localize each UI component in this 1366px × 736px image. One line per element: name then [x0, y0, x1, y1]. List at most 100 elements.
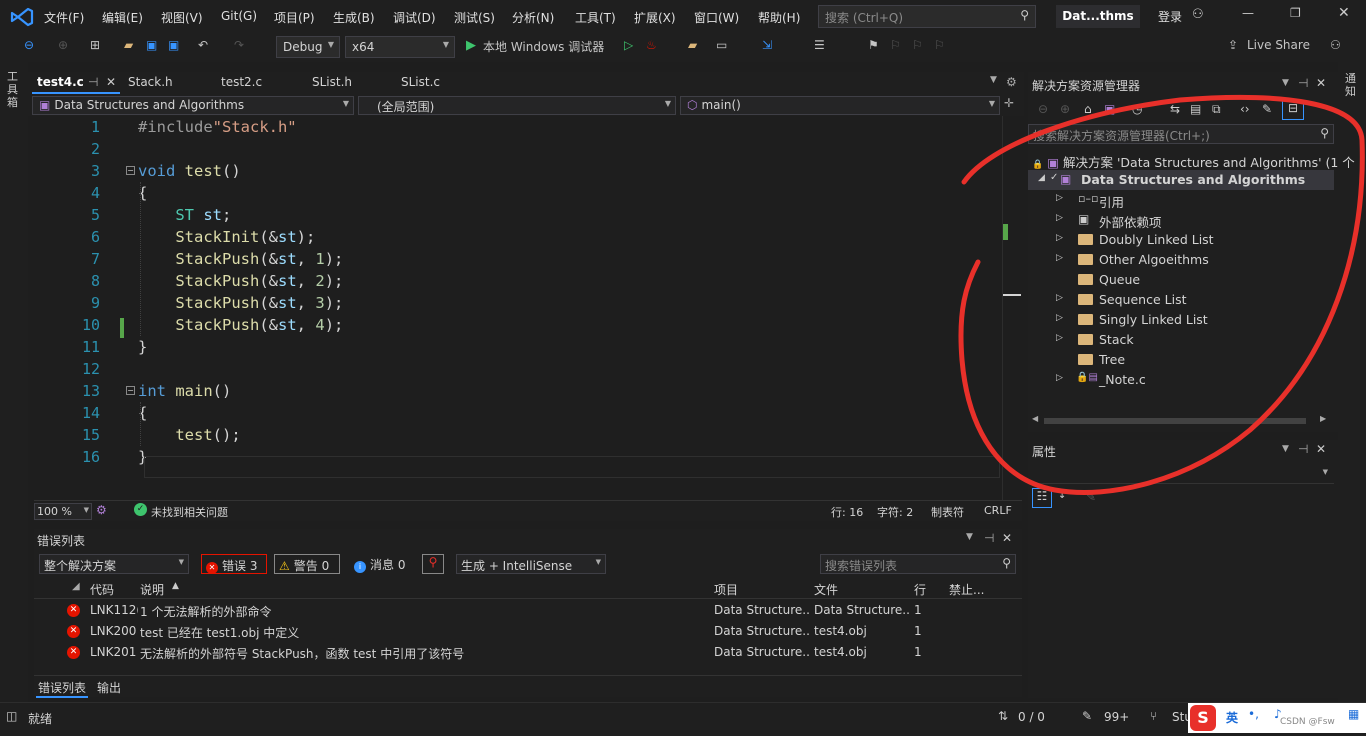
- panel-menu-icon[interactable]: ▼: [1282, 78, 1289, 88]
- view-code-icon[interactable]: ‹›: [1240, 102, 1250, 116]
- menu-extensions[interactable]: 扩展(X): [634, 9, 676, 26]
- properties-object-select[interactable]: ▼: [1028, 464, 1334, 484]
- folder-icon[interactable]: ▰: [688, 38, 697, 52]
- messages-filter-button[interactable]: i 消息 0: [350, 554, 412, 574]
- step-icon[interactable]: ⇲: [762, 38, 772, 52]
- user-feedback-icon[interactable]: ⚇: [1192, 7, 1204, 22]
- start-without-debug-icon[interactable]: ▷: [624, 38, 633, 52]
- redo-icon[interactable]: ↷: [234, 38, 244, 52]
- source-filter-select[interactable]: 生成 + IntelliSense ▼: [456, 554, 606, 574]
- chevron-right-icon[interactable]: ▷: [1056, 193, 1063, 203]
- code-line[interactable]: 8 StackPush(&st, 2);: [34, 270, 1000, 292]
- tab-output[interactable]: 输出: [97, 679, 121, 696]
- scroll-left-icon[interactable]: ◀: [1032, 414, 1038, 423]
- solution-name-badge[interactable]: Dat...thms: [1056, 5, 1140, 28]
- search-input[interactable]: 搜索 (Ctrl+Q) ⚲: [818, 5, 1036, 28]
- alphabetical-icon[interactable]: ↕: [1058, 490, 1066, 501]
- header-suppress[interactable]: 禁止...: [949, 581, 984, 598]
- feedback-icon[interactable]: ⚇: [1330, 38, 1341, 52]
- vs-logo-icon[interactable]: [10, 7, 34, 27]
- pin-icon[interactable]: ⊣: [1298, 76, 1308, 90]
- config-select[interactable]: Debug ▼: [276, 36, 340, 58]
- close-icon[interactable]: ✕: [1316, 76, 1326, 90]
- menu-file[interactable]: 文件(F): [44, 9, 84, 26]
- close-icon[interactable]: ✕: [1316, 442, 1326, 456]
- code-line[interactable]: 3 void test() −: [34, 160, 1000, 182]
- home-icon[interactable]: ⌂: [1084, 102, 1092, 116]
- tab-slist-c[interactable]: SList.c: [401, 75, 440, 89]
- tab-overflow-icon[interactable]: ▼: [990, 75, 997, 85]
- fold-toggle-icon[interactable]: −: [126, 166, 135, 175]
- toolbox-label[interactable]: 工具箱: [7, 70, 21, 109]
- eol-indicator[interactable]: CRLF: [984, 504, 1012, 517]
- menu-debug[interactable]: 调试(D): [393, 9, 436, 26]
- pencil-icon[interactable]: ✎: [1082, 709, 1092, 723]
- menu-edit[interactable]: 编辑(E): [102, 9, 143, 26]
- project-node[interactable]: ◢ ✓ ▣ Data Structures and Algorithms: [1028, 170, 1334, 190]
- menu-window[interactable]: 窗口(W): [694, 9, 739, 26]
- code-line[interactable]: 10 StackPush(&st, 4);: [34, 314, 1000, 336]
- properties-wrench-icon[interactable]: ✎: [1262, 102, 1272, 116]
- error-row[interactable]: ✕ LNK201! 无法解析的外部符号 StackPush，函数 test 中引用了…: [34, 642, 1022, 663]
- ime-language[interactable]: 英: [1226, 709, 1238, 726]
- comment-icon[interactable]: ☰: [814, 38, 825, 52]
- show-all-files-icon[interactable]: ⧉: [1212, 102, 1221, 117]
- close-icon[interactable]: ✕: [106, 75, 116, 89]
- categorized-icon[interactable]: ☷: [1032, 488, 1052, 508]
- menu-git[interactable]: Git(G): [221, 9, 257, 23]
- forward-icon[interactable]: ⊕: [58, 38, 68, 52]
- chevron-right-icon[interactable]: ▷: [1056, 213, 1063, 223]
- scroll-thumb[interactable]: [1044, 418, 1306, 424]
- project-select[interactable]: ▣ Data Structures and Algorithms ▼: [32, 96, 354, 115]
- error-search-input[interactable]: 搜索错误列表 ⚲: [820, 554, 1016, 574]
- intellicode-icon[interactable]: ⚙: [96, 503, 107, 517]
- chevron-right-icon[interactable]: ▷: [1056, 293, 1063, 303]
- code-line[interactable]: 15 test();: [34, 424, 1000, 446]
- bookmark-clear-icon[interactable]: ⚐: [934, 38, 945, 52]
- undo-icon[interactable]: ↶: [198, 38, 208, 52]
- start-debug-icon[interactable]: ▶: [466, 38, 476, 53]
- scope-filter-select[interactable]: 整个解决方案 ▼: [39, 554, 189, 574]
- code-line[interactable]: 12: [34, 358, 1000, 380]
- gear-icon[interactable]: ⚙: [1006, 75, 1017, 89]
- vertical-scrollbar[interactable]: [1002, 116, 1021, 500]
- errors-filter-button[interactable]: ✕ 错误 3: [201, 554, 267, 574]
- punctuation-icon[interactable]: •,: [1248, 707, 1259, 721]
- zoom-select[interactable]: 100 % ▼: [34, 503, 92, 520]
- code-line[interactable]: 6 StackInit(&st);: [34, 226, 1000, 248]
- sync-arrows-icon[interactable]: ⇅: [998, 709, 1008, 723]
- hot-reload-icon[interactable]: ♨: [646, 38, 657, 52]
- notifications-label[interactable]: 通知: [1345, 72, 1359, 98]
- panel-menu-icon[interactable]: ▼: [966, 532, 973, 542]
- horizontal-scrollbar[interactable]: ◀ ▶: [1028, 414, 1334, 428]
- code-line[interactable]: 9 StackPush(&st, 3);: [34, 292, 1000, 314]
- collapse-all-icon[interactable]: ▤: [1190, 102, 1201, 116]
- code-line[interactable]: 1 #include"Stack.h": [34, 116, 1000, 138]
- panel-menu-icon[interactable]: ▼: [1282, 444, 1289, 454]
- error-row[interactable]: ✕ LNK112(1 个无法解析的外部命令 Data Structure... Dat…: [34, 600, 1022, 621]
- menu-tools[interactable]: 工具(T): [575, 9, 616, 26]
- open-folder-icon[interactable]: ▰: [124, 38, 133, 52]
- tab-mode-indicator[interactable]: 制表符: [931, 504, 964, 520]
- code-line[interactable]: 5 ST st;: [34, 204, 1000, 226]
- row-indicator[interactable]: 行: 16: [831, 504, 863, 520]
- toolbox-strip[interactable]: 工具箱: [0, 62, 28, 702]
- back-icon[interactable]: ⊖: [1038, 102, 1048, 116]
- filter-icon[interactable]: ⚲: [422, 554, 444, 574]
- code-line[interactable]: 7 StackPush(&st, 1);: [34, 248, 1000, 270]
- menu-build[interactable]: 生成(B): [333, 9, 375, 26]
- save-icon[interactable]: ▣: [146, 38, 157, 52]
- save-all-icon[interactable]: ▣: [168, 38, 179, 52]
- back-icon[interactable]: ⊖: [24, 38, 34, 52]
- live-share-icon[interactable]: ⇪: [1228, 38, 1238, 52]
- chevron-right-icon[interactable]: ▷: [1056, 313, 1063, 323]
- pending-changes-icon[interactable]: ◷: [1132, 102, 1142, 116]
- close-icon[interactable]: ✕: [1002, 531, 1012, 545]
- login-link[interactable]: 登录: [1158, 8, 1182, 25]
- menu-test[interactable]: 测试(S): [454, 9, 495, 26]
- sync-icon[interactable]: ⇆: [1170, 102, 1180, 116]
- member-select[interactable]: ⬡ main() ▼: [680, 96, 1000, 115]
- menu-view[interactable]: 视图(V): [161, 9, 203, 26]
- col-indicator[interactable]: 字符: 2: [877, 504, 913, 520]
- issues-status[interactable]: 未找到相关问题: [151, 504, 228, 520]
